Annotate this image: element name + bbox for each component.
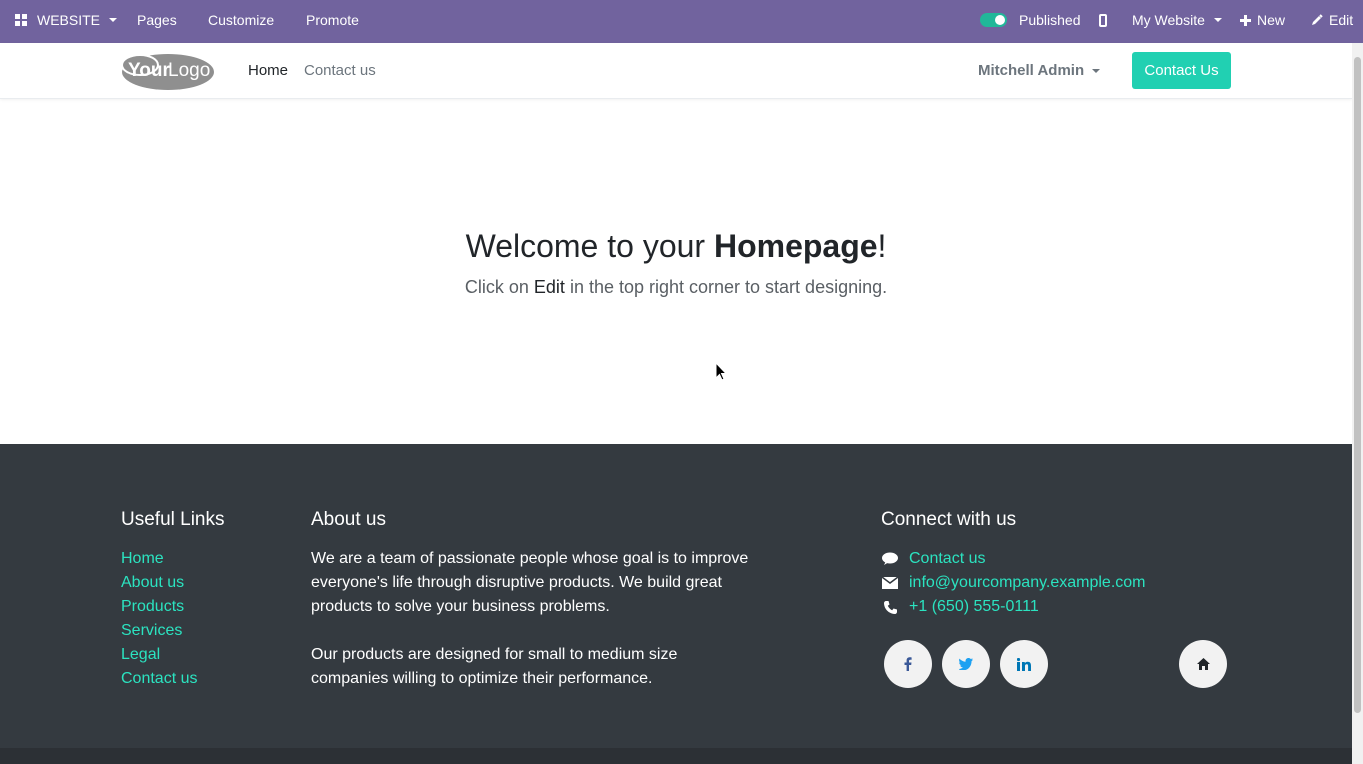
website-menu-label: WEBSITE: [37, 12, 101, 28]
website-menu[interactable]: WEBSITE: [15, 0, 118, 40]
twitter-icon: [959, 658, 973, 670]
home-button[interactable]: [1179, 640, 1227, 688]
nav-home[interactable]: Home: [248, 62, 288, 80]
caret-down-icon: [1213, 18, 1222, 22]
customize-menu[interactable]: Customize: [208, 0, 274, 40]
plus-icon: [1240, 14, 1251, 26]
footer-link-home[interactable]: Home: [121, 547, 164, 571]
subtitle-edit: Edit: [533, 277, 565, 297]
user-menu[interactable]: Mitchell Admin: [978, 62, 1101, 79]
title-prefix: Welcome to your: [465, 228, 714, 264]
facebook-icon: [904, 657, 912, 671]
mouse-cursor-icon: [715, 362, 727, 381]
about-line: We are a team of passionate people whose…: [311, 550, 749, 567]
page-scrollbar[interactable]: [1352, 43, 1363, 764]
new-button[interactable]: New: [1240, 0, 1285, 40]
page-title: Welcome to your Homepage!: [0, 226, 1352, 266]
caret-down-icon: [1092, 68, 1101, 73]
title-bold: Homepage: [713, 228, 878, 264]
scrollbar-thumb[interactable]: [1354, 57, 1361, 713]
toggle-switch-icon: [980, 13, 1007, 27]
website-switcher[interactable]: My Website: [1132, 0, 1222, 40]
footer-link-legal[interactable]: Legal: [121, 643, 160, 667]
subtitle-prefix: Click on: [464, 277, 534, 297]
edit-label: Edit: [1329, 12, 1354, 28]
page-subtitle: Click on Edit in the top right corner to…: [0, 276, 1352, 298]
footer-link-contact[interactable]: Contact us: [121, 667, 197, 691]
mobile-icon: [1099, 13, 1107, 27]
linkedin-icon: [1017, 657, 1031, 671]
new-label: New: [1257, 12, 1286, 28]
phone-icon: [881, 598, 899, 616]
footer-link-products[interactable]: Products: [121, 595, 184, 619]
subtitle-suffix: in the top right corner to start designi…: [564, 277, 888, 297]
title-suffix: !: [877, 228, 887, 264]
facebook-button[interactable]: [884, 640, 932, 688]
about-line: everyone's life through disruptive produ…: [311, 574, 722, 591]
edit-button[interactable]: Edit: [1311, 0, 1353, 40]
envelope-icon: [881, 574, 899, 592]
footer-phone-link[interactable]: +1 (650) 555-0111: [909, 595, 1039, 619]
footer-email-link[interactable]: info@yourcompany.example.com: [909, 571, 1146, 595]
logo-text-logo: Logo: [168, 60, 210, 81]
footer-link-about[interactable]: About us: [121, 571, 184, 595]
promote-menu[interactable]: Promote: [306, 0, 359, 40]
site-header: Your Logo Home Contact us Mitchell Admin…: [0, 43, 1352, 99]
connect-heading: Connect with us: [881, 509, 1017, 530]
site-footer: Useful Links Home About us Products Serv…: [0, 444, 1352, 748]
nav-contact-us[interactable]: Contact us: [304, 62, 376, 80]
about-line: companies willing to optimize their perf…: [311, 670, 653, 687]
user-name: Mitchell Admin: [978, 62, 1085, 79]
useful-links-heading: Useful Links: [121, 509, 225, 530]
pencil-icon: [1312, 14, 1323, 25]
about-paragraph-1: We are a team of passionate people whose…: [311, 547, 771, 619]
about-line: Our products are designed for small to m…: [311, 646, 678, 663]
copyright-bar: [0, 748, 1352, 764]
contact-us-button[interactable]: Contact Us: [1132, 52, 1231, 89]
footer-link-services[interactable]: Services: [121, 619, 182, 643]
caret-down-icon: [109, 18, 118, 22]
mobile-preview-button[interactable]: [1099, 0, 1107, 40]
company-logo[interactable]: Your Logo: [120, 51, 216, 91]
admin-toolbar: WEBSITE Pages Customize Promote Publishe…: [0, 0, 1363, 43]
apps-grid-icon: [15, 14, 27, 26]
about-paragraph-2: Our products are designed for small to m…: [311, 643, 771, 691]
about-line: products to solve your business problems…: [311, 598, 610, 615]
published-label: Published: [1019, 12, 1081, 28]
footer-contact-us-link[interactable]: Contact us: [909, 547, 985, 571]
chat-bubble-icon: [881, 550, 899, 568]
twitter-button[interactable]: [942, 640, 990, 688]
published-toggle[interactable]: Published: [980, 0, 1081, 40]
about-heading: About us: [311, 509, 386, 530]
website-switcher-label: My Website: [1132, 12, 1205, 28]
pages-menu[interactable]: Pages: [137, 0, 177, 40]
home-icon: [1196, 658, 1210, 670]
linkedin-button[interactable]: [1000, 640, 1048, 688]
logo-text-your: Your: [128, 60, 170, 81]
